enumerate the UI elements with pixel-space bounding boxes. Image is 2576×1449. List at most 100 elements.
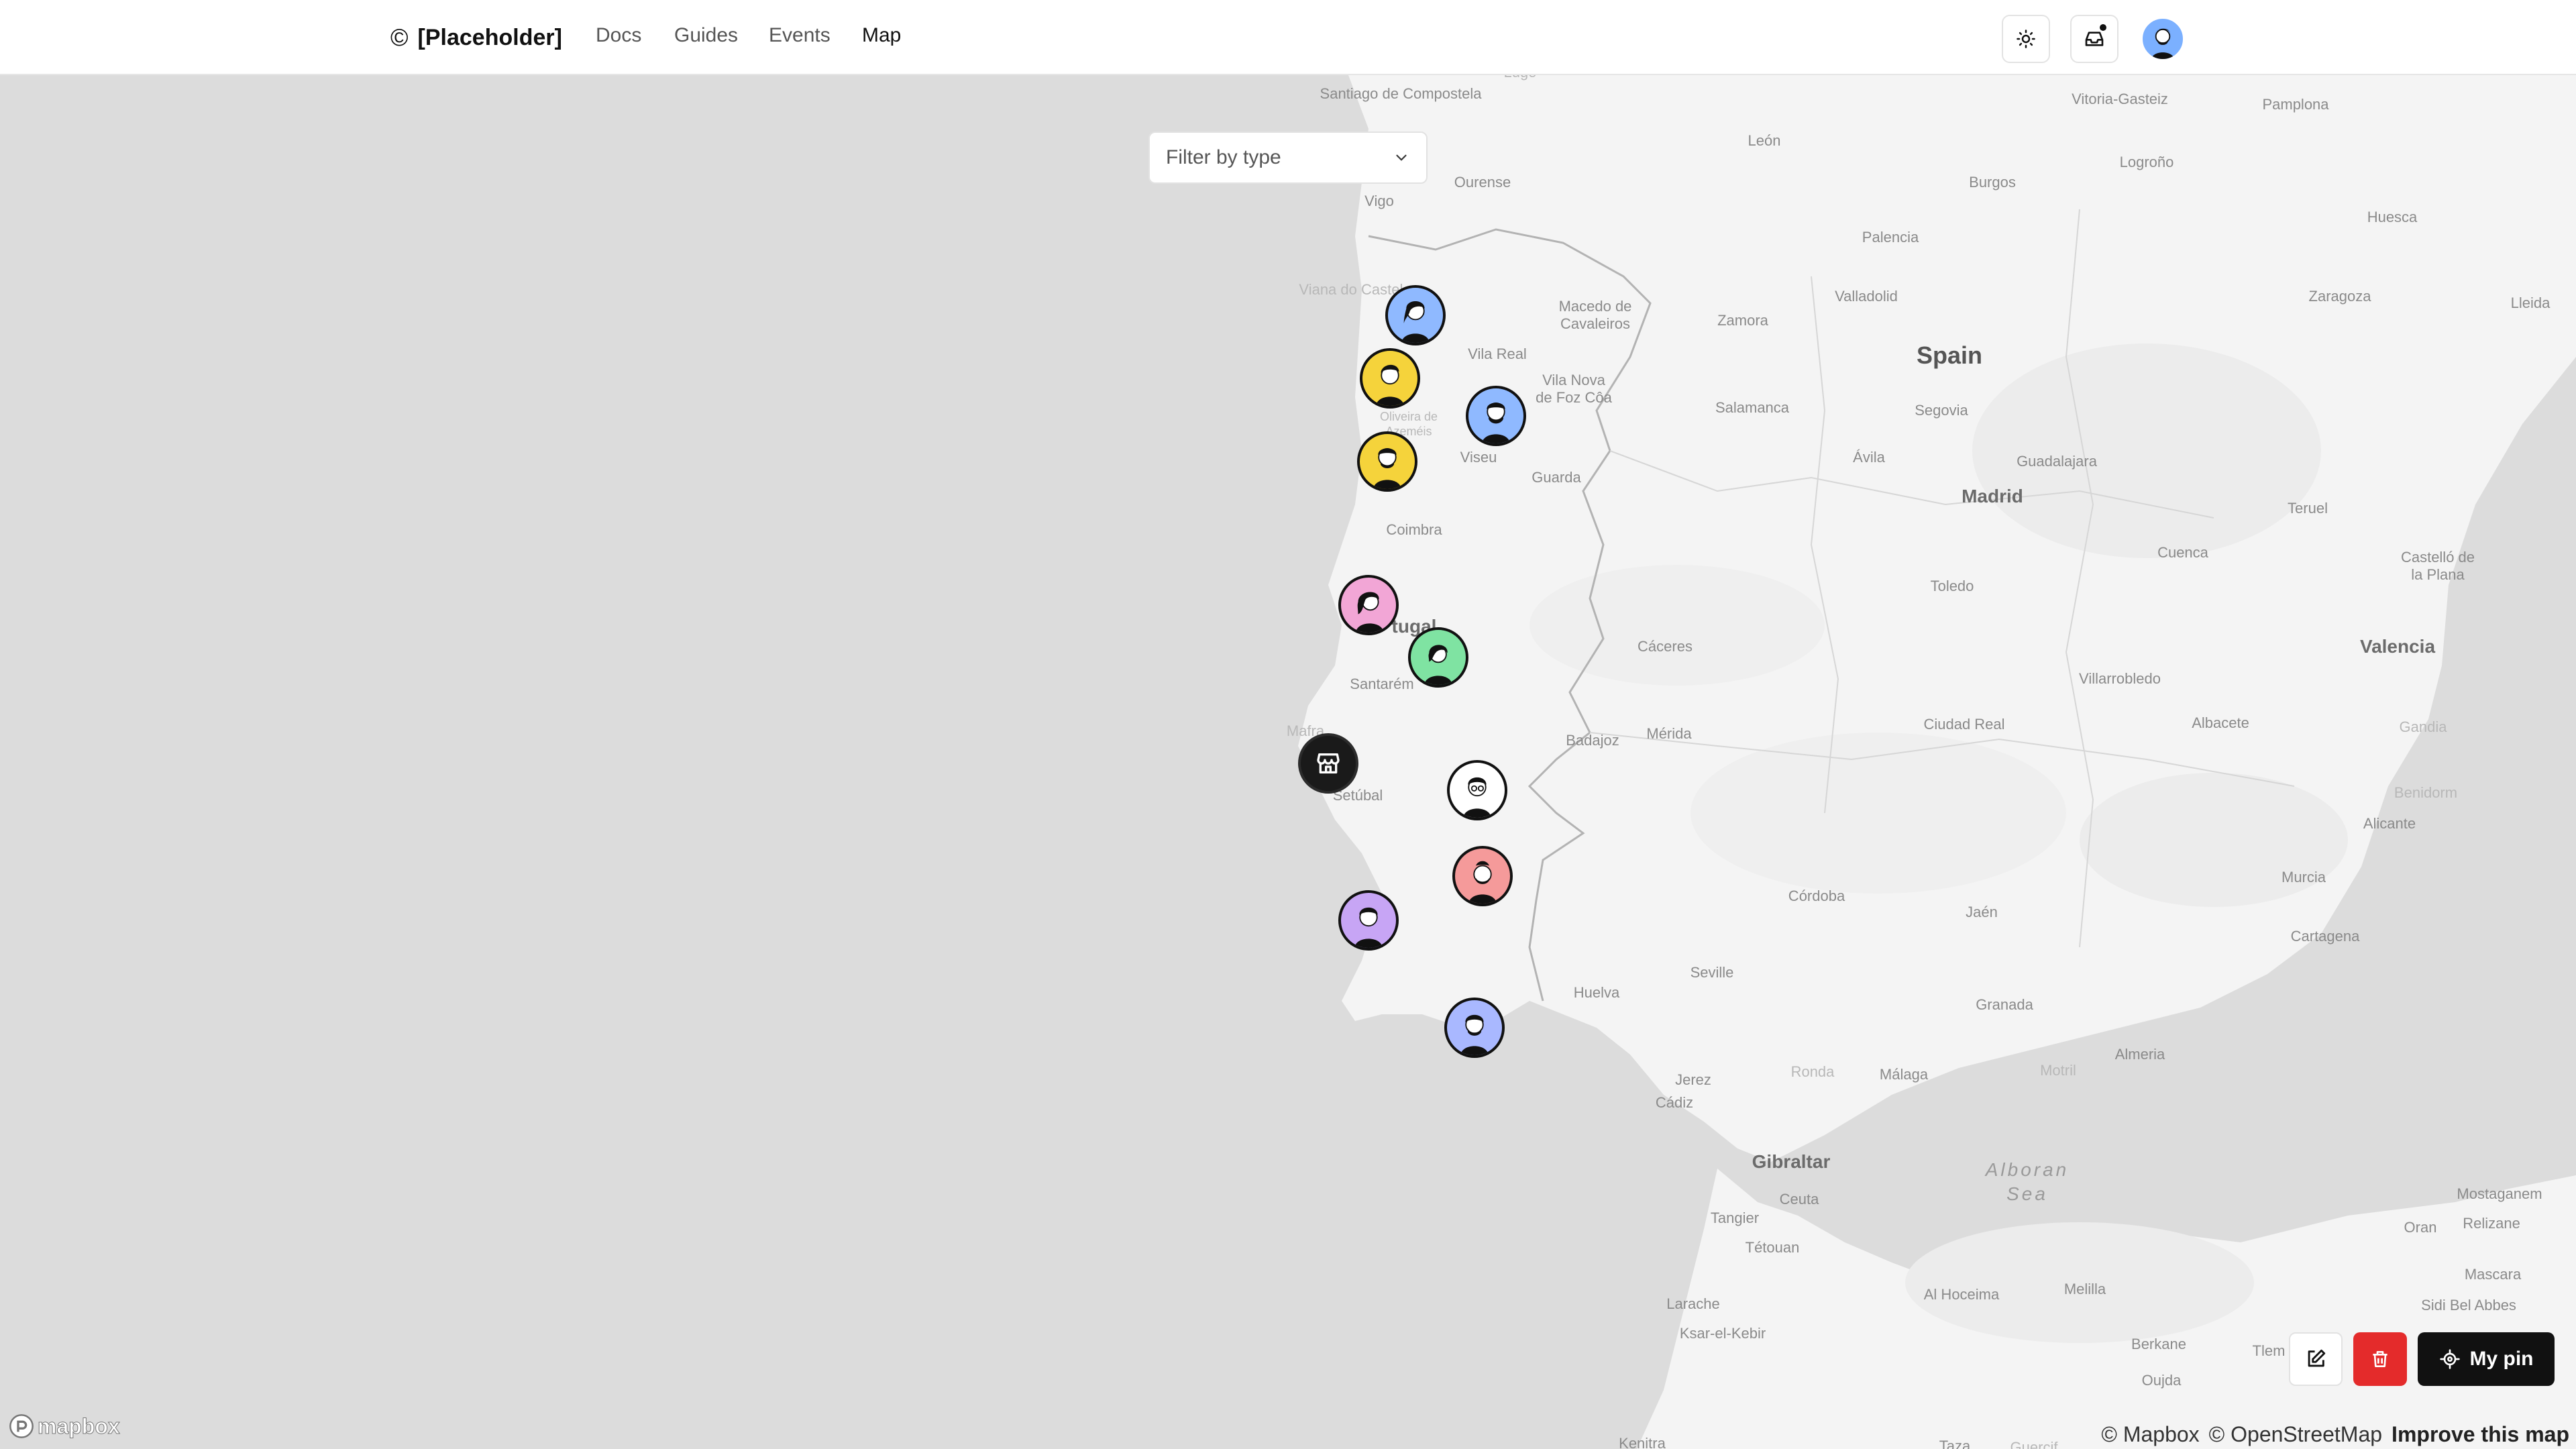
user-pin[interactable] — [1452, 846, 1513, 906]
map-basemap — [0, 75, 2576, 1449]
place-label: Albacete — [2192, 714, 2249, 731]
country-label: Spain — [1916, 341, 1983, 369]
place-label: Segovia — [1915, 402, 1968, 419]
place-label: Berkane — [2131, 1336, 2186, 1352]
place-label: Ksar-el-Kebir — [1679, 1325, 1766, 1342]
place-label: Tangier — [1710, 1210, 1760, 1226]
place-label: Oran — [2404, 1219, 2437, 1236]
place-label: Lugo — [1504, 75, 1537, 81]
place-label: Taza — [1939, 1438, 1971, 1449]
filter-placeholder: Filter by type — [1166, 146, 1281, 168]
user-pin[interactable] — [1447, 760, 1507, 820]
place-label: Mostaganem — [2457, 1185, 2542, 1202]
mapbox-attribution-link[interactable]: © Mapbox — [2101, 1422, 2199, 1447]
place-label: Cartagena — [2290, 928, 2360, 945]
notification-dot — [2098, 23, 2108, 32]
place-label: Palencia — [1862, 229, 1919, 246]
crosshair-icon — [2439, 1349, 2460, 1369]
place-label: Huesca — [2367, 209, 2418, 225]
nav-events[interactable]: Events — [769, 24, 830, 47]
theme-toggle-button[interactable] — [2002, 15, 2050, 63]
nav-docs[interactable]: Docs — [596, 24, 641, 47]
user-pin[interactable] — [1385, 285, 1446, 345]
place-label: Coimbra — [1386, 521, 1442, 538]
edit-icon — [2308, 1349, 2326, 1367]
user-pin[interactable] — [1357, 431, 1417, 492]
nav-guides[interactable]: Guides — [674, 24, 738, 47]
place-label: Lleida — [2510, 294, 2551, 311]
place-label: Vitoria-Gasteiz — [2072, 91, 2168, 107]
place-label: Murcia — [2281, 869, 2326, 885]
user-pin[interactable] — [1360, 348, 1420, 409]
place-label: Valladolid — [1835, 288, 1898, 305]
place-label: Kenitra — [1619, 1435, 1666, 1449]
user-pin[interactable] — [1408, 627, 1468, 688]
place-label: Zamora — [1717, 312, 1768, 329]
place-label: Viseu — [1460, 449, 1497, 466]
place-label: Tlem — [2252, 1342, 2286, 1359]
place-label: Benidorm — [2394, 784, 2458, 801]
place-label: Granada — [1976, 996, 2033, 1013]
place-label: Guercif — [2010, 1439, 2058, 1449]
place-label: Almeria — [2114, 1046, 2165, 1063]
user-pin[interactable] — [1338, 890, 1399, 951]
store-icon — [1317, 753, 1340, 773]
mapbox-logo-text: mapbox — [38, 1413, 121, 1438]
mapbox-logo-icon — [9, 1414, 34, 1438]
my-pin-button[interactable]: My pin — [2418, 1332, 2555, 1386]
place-label: Cáceres — [1638, 638, 1693, 655]
place-label: Macedo de Cavaleiros — [1558, 298, 1632, 332]
place-label: Ourense — [1454, 174, 1511, 191]
place-label: Cádiz — [1655, 1094, 1694, 1111]
improve-map-link[interactable]: Improve this map — [2392, 1422, 2569, 1447]
brand-logo[interactable]: © [Placeholder] — [390, 23, 562, 52]
map-canvas[interactable]: Santiago de Compostela Lugo Vitoria-Gast… — [0, 75, 2576, 1449]
place-label: Mascara — [2464, 1266, 2522, 1283]
brand-name: [Placeholder] — [417, 24, 562, 50]
trash-icon — [2373, 1351, 2387, 1367]
place-label: Badajoz — [1566, 732, 1619, 749]
place-label: Teruel — [2288, 500, 2328, 517]
place-label: Córdoba — [1788, 888, 1845, 904]
place-label: Madrid — [1962, 486, 2023, 506]
place-label: Relizane — [2463, 1215, 2520, 1232]
filter-by-type-select[interactable]: Filter by type — [1148, 131, 1428, 184]
inbox-button[interactable] — [2070, 15, 2118, 63]
place-label: Santiago de Compostela — [1320, 85, 1482, 102]
place-label: Oujda — [2141, 1372, 2182, 1389]
place-label: Gibraltar — [1752, 1151, 1831, 1172]
user-pin[interactable] — [1338, 575, 1399, 635]
place-label: Guarda — [1532, 469, 1581, 486]
place-label: Vila Nova de Foz Côa — [1536, 372, 1612, 406]
delete-pin-button[interactable] — [2353, 1332, 2407, 1386]
place-label: Alicante — [2363, 815, 2416, 832]
place-label: Jerez — [1675, 1071, 1711, 1088]
place-label: Ávila — [1853, 449, 1885, 466]
place-label: Tétouan — [1745, 1239, 1800, 1256]
place-label: Logroño — [2119, 154, 2174, 170]
place-label: Jaén — [1966, 904, 1998, 920]
place-label: Vigo — [1364, 193, 1394, 209]
chevron-down-icon — [1396, 154, 1407, 161]
place-label: Larache — [1666, 1295, 1720, 1312]
mapbox-logo[interactable]: mapbox — [8, 1411, 120, 1441]
user-avatar[interactable] — [2141, 17, 2184, 60]
place-label: León — [1748, 132, 1781, 149]
copyright-icon: © — [390, 23, 409, 51]
map-attribution: © Mapbox © OpenStreetMap Improve this ma… — [2101, 1422, 2569, 1447]
place-label: Sidi Bel Abbes — [2421, 1297, 2516, 1313]
user-pin[interactable] — [1444, 998, 1505, 1058]
nav-map[interactable]: Map — [862, 24, 901, 47]
edit-pin-button[interactable] — [2289, 1332, 2343, 1386]
place-label: Gandia — [2399, 718, 2447, 735]
osm-attribution-link[interactable]: © OpenStreetMap — [2209, 1422, 2382, 1447]
user-pin[interactable] — [1466, 386, 1526, 446]
place-label: Mérida — [1646, 725, 1692, 742]
place-label: Ronda — [1790, 1063, 1835, 1080]
place-label: Burgos — [1969, 174, 2016, 191]
place-label: Ciudad Real — [1923, 716, 2005, 733]
place-label: Santarém — [1350, 676, 1414, 692]
place-label: Málaga — [1879, 1066, 1929, 1083]
top-navbar: © [Placeholder] Docs Guides Events Map — [0, 0, 2576, 75]
store-pin[interactable] — [1298, 733, 1358, 794]
